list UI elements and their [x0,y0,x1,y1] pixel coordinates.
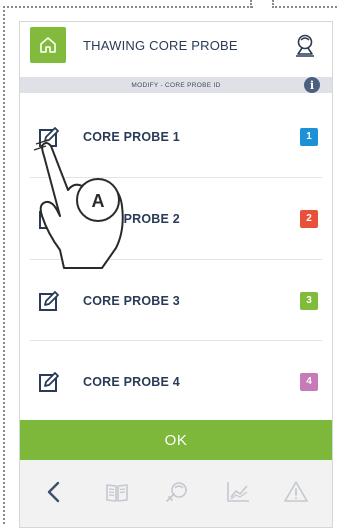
back-icon[interactable] [40,478,68,506]
device-screen: THAWING CORE PROBE MODIFY - CORE PROBE I… [19,21,333,528]
edit-icon[interactable] [38,371,60,393]
info-icon: i [309,78,315,92]
home-icon [40,37,56,53]
frame-dotted-left [3,6,5,524]
frame-dotted-notch-left [250,0,252,8]
warning-icon[interactable] [282,478,310,506]
probe-id-badge: 4 [300,372,318,391]
frame-dotted-top-right [272,6,337,8]
book-icon[interactable] [103,478,131,506]
frame-dotted-top [3,6,253,8]
edit-icon[interactable] [38,290,60,312]
footer-nav [20,460,332,527]
callout-label: A [92,191,105,211]
ok-button[interactable]: OK [20,420,332,460]
probe-id-badge: 3 [300,291,318,310]
probe-label: CORE PROBE 3 [83,293,180,308]
probe-label: CORE PROBE 4 [83,374,180,389]
home-button[interactable] [30,27,66,63]
probe-id-badge: 2 [300,209,318,228]
probe-connection-icon[interactable] [292,32,318,58]
subheader-text: MODIFY - CORE PROBE ID [131,81,221,89]
frame-dotted-notch-right [272,0,274,8]
subheader-bar: MODIFY - CORE PROBE ID i [20,77,332,93]
probe-id-badge: 1 [300,127,318,146]
chart-icon[interactable] [224,478,252,506]
pointing-hand-annotation: A [33,139,124,269]
probe-row-4[interactable]: CORE PROBE 4 4 [20,341,332,422]
header: THAWING CORE PROBE [20,22,332,68]
page-title: THAWING CORE PROBE [83,37,238,53]
info-button[interactable]: i [304,77,320,93]
probe-chef-icon[interactable] [163,478,191,506]
